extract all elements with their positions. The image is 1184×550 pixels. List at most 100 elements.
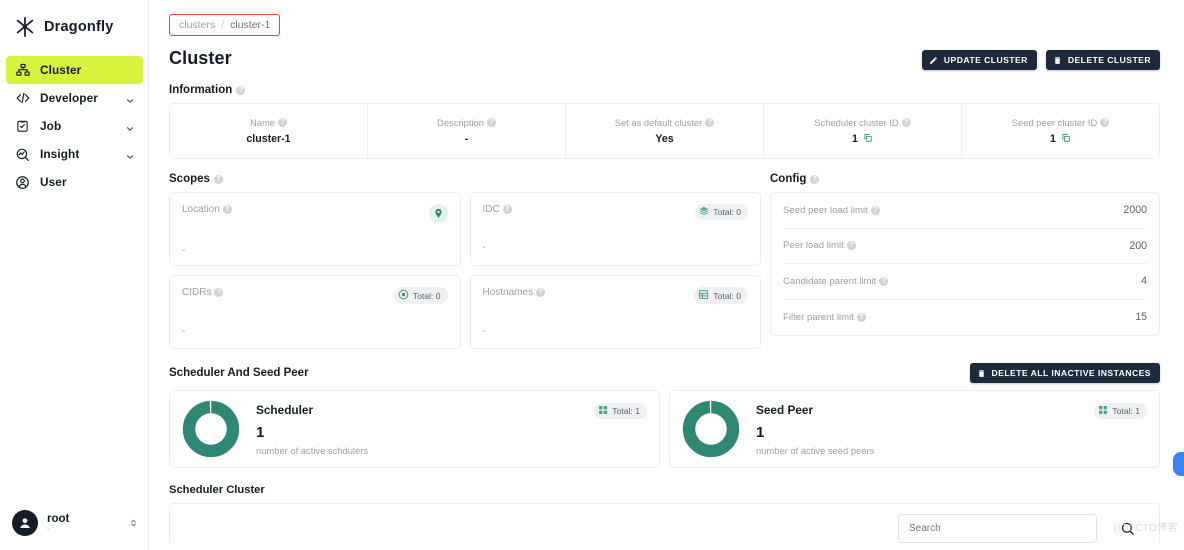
grid-squares-icon — [1098, 405, 1108, 417]
scope-card-hostnames: Hostnames ? Total: 0 - — [469, 275, 761, 349]
badge-text: Total: 1 — [612, 406, 640, 416]
badge-text: Total: 0 — [412, 290, 441, 301]
sidebar-item-label: Cluster — [40, 63, 82, 77]
info-cell-seed-peer-cluster-id: Seed peer cluster ID ? 1 — [962, 104, 1159, 158]
config-row-seed-peer-load-limit: Seed peer load limit ? 2000 — [783, 193, 1147, 229]
delete-cluster-button[interactable]: DELETE CLUSTER — [1045, 50, 1160, 70]
help-icon[interactable]: ? — [879, 276, 889, 286]
copy-icon[interactable] — [863, 133, 873, 146]
config-label-text: Filter parent limit — [783, 311, 854, 323]
scopes-config-row: Scopes ? Location ? - IDC ? Total: 0 - C… — [169, 159, 1160, 349]
seed-peer-donut-chart — [682, 400, 740, 458]
info-cell-set-as-default-cluster: Set as default cluster ? Yes — [566, 104, 764, 158]
help-icon[interactable]: ? — [705, 118, 715, 127]
sidebar-item-label: Developer — [40, 91, 98, 105]
sidebar-item-insight[interactable]: Insight — [6, 140, 143, 168]
scheduler-name: Scheduler — [256, 402, 314, 417]
config-section-title: Config ? — [770, 173, 1160, 185]
info-value-text: 1 — [1050, 133, 1056, 145]
help-icon[interactable]: ? — [213, 174, 223, 184]
brand: Dragonfly — [0, 0, 148, 52]
information-title-text: Information — [169, 84, 233, 96]
help-icon[interactable]: ? — [1100, 117, 1110, 127]
sidebar-item-developer[interactable]: Developer — [6, 84, 143, 112]
breadcrumb-clusters-link[interactable]: clusters — [179, 19, 215, 31]
info-cell-description: Description ? - — [368, 104, 566, 158]
breadcrumb-current: cluster-1 — [230, 19, 271, 31]
info-label-text: Seed peer cluster ID — [1011, 116, 1098, 128]
seed-peer-count: 1 — [756, 423, 765, 441]
help-icon[interactable]: ? — [222, 205, 232, 214]
info-cell-scheduler-cluster-id: Scheduler cluster ID ? 1 — [764, 104, 962, 158]
breadcrumb: clusters / cluster-1 — [169, 14, 281, 36]
config-value: 4 — [1141, 275, 1147, 288]
help-icon[interactable]: ? — [278, 118, 287, 127]
delete-cluster-label: DELETE CLUSTER — [1067, 55, 1151, 65]
update-cluster-button[interactable]: UPDATE CLUSTER — [921, 50, 1037, 70]
seed-peer-subtitle: number of active seed peers — [756, 444, 875, 456]
help-icon[interactable]: ? — [536, 288, 546, 297]
location-pin-icon — [428, 204, 448, 223]
config-label: Filter parent limit ? — [783, 312, 866, 323]
scopes-title-text: Scopes — [169, 173, 210, 185]
help-icon[interactable]: ? — [810, 174, 820, 184]
sidebar-user-menu[interactable]: root - — [0, 504, 149, 542]
help-icon[interactable]: ? — [846, 241, 856, 251]
scope-value: - — [482, 242, 486, 253]
sidebar-item-job[interactable]: Job — [6, 112, 143, 140]
info-value-text: 1 — [852, 133, 858, 145]
config-title-text: Config — [770, 173, 807, 185]
config-label-text: Candidate parent limit — [783, 275, 877, 287]
info-value: 1 — [1050, 133, 1071, 146]
scope-label-text: Hostnames — [482, 287, 534, 298]
help-icon[interactable]: ? — [502, 205, 512, 214]
delete-all-inactive-instances-button[interactable]: DELETE ALL INACTIVE INSTANCES — [969, 363, 1160, 383]
config-label-text: Peer load limit — [783, 240, 844, 252]
chevron-down-icon[interactable] — [125, 121, 135, 131]
sidebar-user-meta: root - — [47, 513, 69, 533]
help-icon[interactable]: ? — [236, 85, 246, 95]
search-input[interactable] — [909, 523, 1086, 534]
help-icon[interactable]: ? — [486, 118, 496, 127]
scopes-grid: Location ? - IDC ? Total: 0 - CIDRs ? To… — [169, 192, 761, 349]
scope-label-text: Location — [182, 204, 220, 215]
user-icon — [14, 174, 31, 191]
badge-text: Total: 0 — [713, 207, 741, 217]
chevron-down-icon[interactable] — [125, 149, 135, 159]
info-value-text: - — [464, 133, 469, 145]
clipboard-icon — [14, 118, 31, 135]
cidrs-total-badge: Total: 0 — [393, 287, 448, 304]
copy-icon[interactable] — [1061, 133, 1071, 146]
scheduler-cluster-card — [169, 503, 1160, 543]
info-value: Yes — [655, 133, 673, 145]
help-icon[interactable]: ? — [870, 205, 880, 215]
sidebar-item-user[interactable]: User — [6, 168, 143, 196]
scope-value: - — [182, 326, 186, 337]
scopes-section-title: Scopes ? — [169, 173, 761, 185]
help-icon[interactable]: ? — [856, 312, 866, 322]
config-value: 15 — [1135, 311, 1147, 324]
sidebar-item-label: Job — [40, 119, 62, 133]
help-icon[interactable]: ? — [214, 288, 224, 297]
grid-table-icon — [698, 289, 709, 302]
help-icon[interactable]: ? — [901, 117, 911, 127]
seed-peer-summary-card: Seed Peer 1 number of active seed peers … — [669, 390, 1160, 468]
floating-side-tab[interactable] — [1173, 452, 1184, 476]
sidebar-item-cluster[interactable]: Cluster — [6, 56, 143, 84]
info-value: cluster-1 — [246, 133, 290, 145]
info-label-text: Scheduler cluster ID — [814, 116, 899, 128]
scope-value: - — [182, 245, 186, 256]
config-value: 200 — [1129, 239, 1147, 252]
update-cluster-label: UPDATE CLUSTER — [943, 55, 1028, 65]
info-label: Description ? — [437, 117, 496, 128]
scope-label-text: CIDRs — [182, 287, 212, 298]
info-label: Seed peer cluster ID ? — [1011, 116, 1110, 128]
chevron-down-icon[interactable] — [125, 93, 135, 103]
config-label: Peer load limit ? — [783, 240, 856, 251]
chevron-updown-icon[interactable] — [128, 515, 139, 531]
scope-label: Hostnames ? — [483, 287, 546, 298]
scope-label: Location ? — [182, 204, 232, 215]
seed-peer-total-badge: Total: 1 — [1094, 403, 1147, 419]
search-field-wrapper[interactable] — [898, 514, 1097, 543]
search-icon[interactable] — [1117, 518, 1137, 538]
